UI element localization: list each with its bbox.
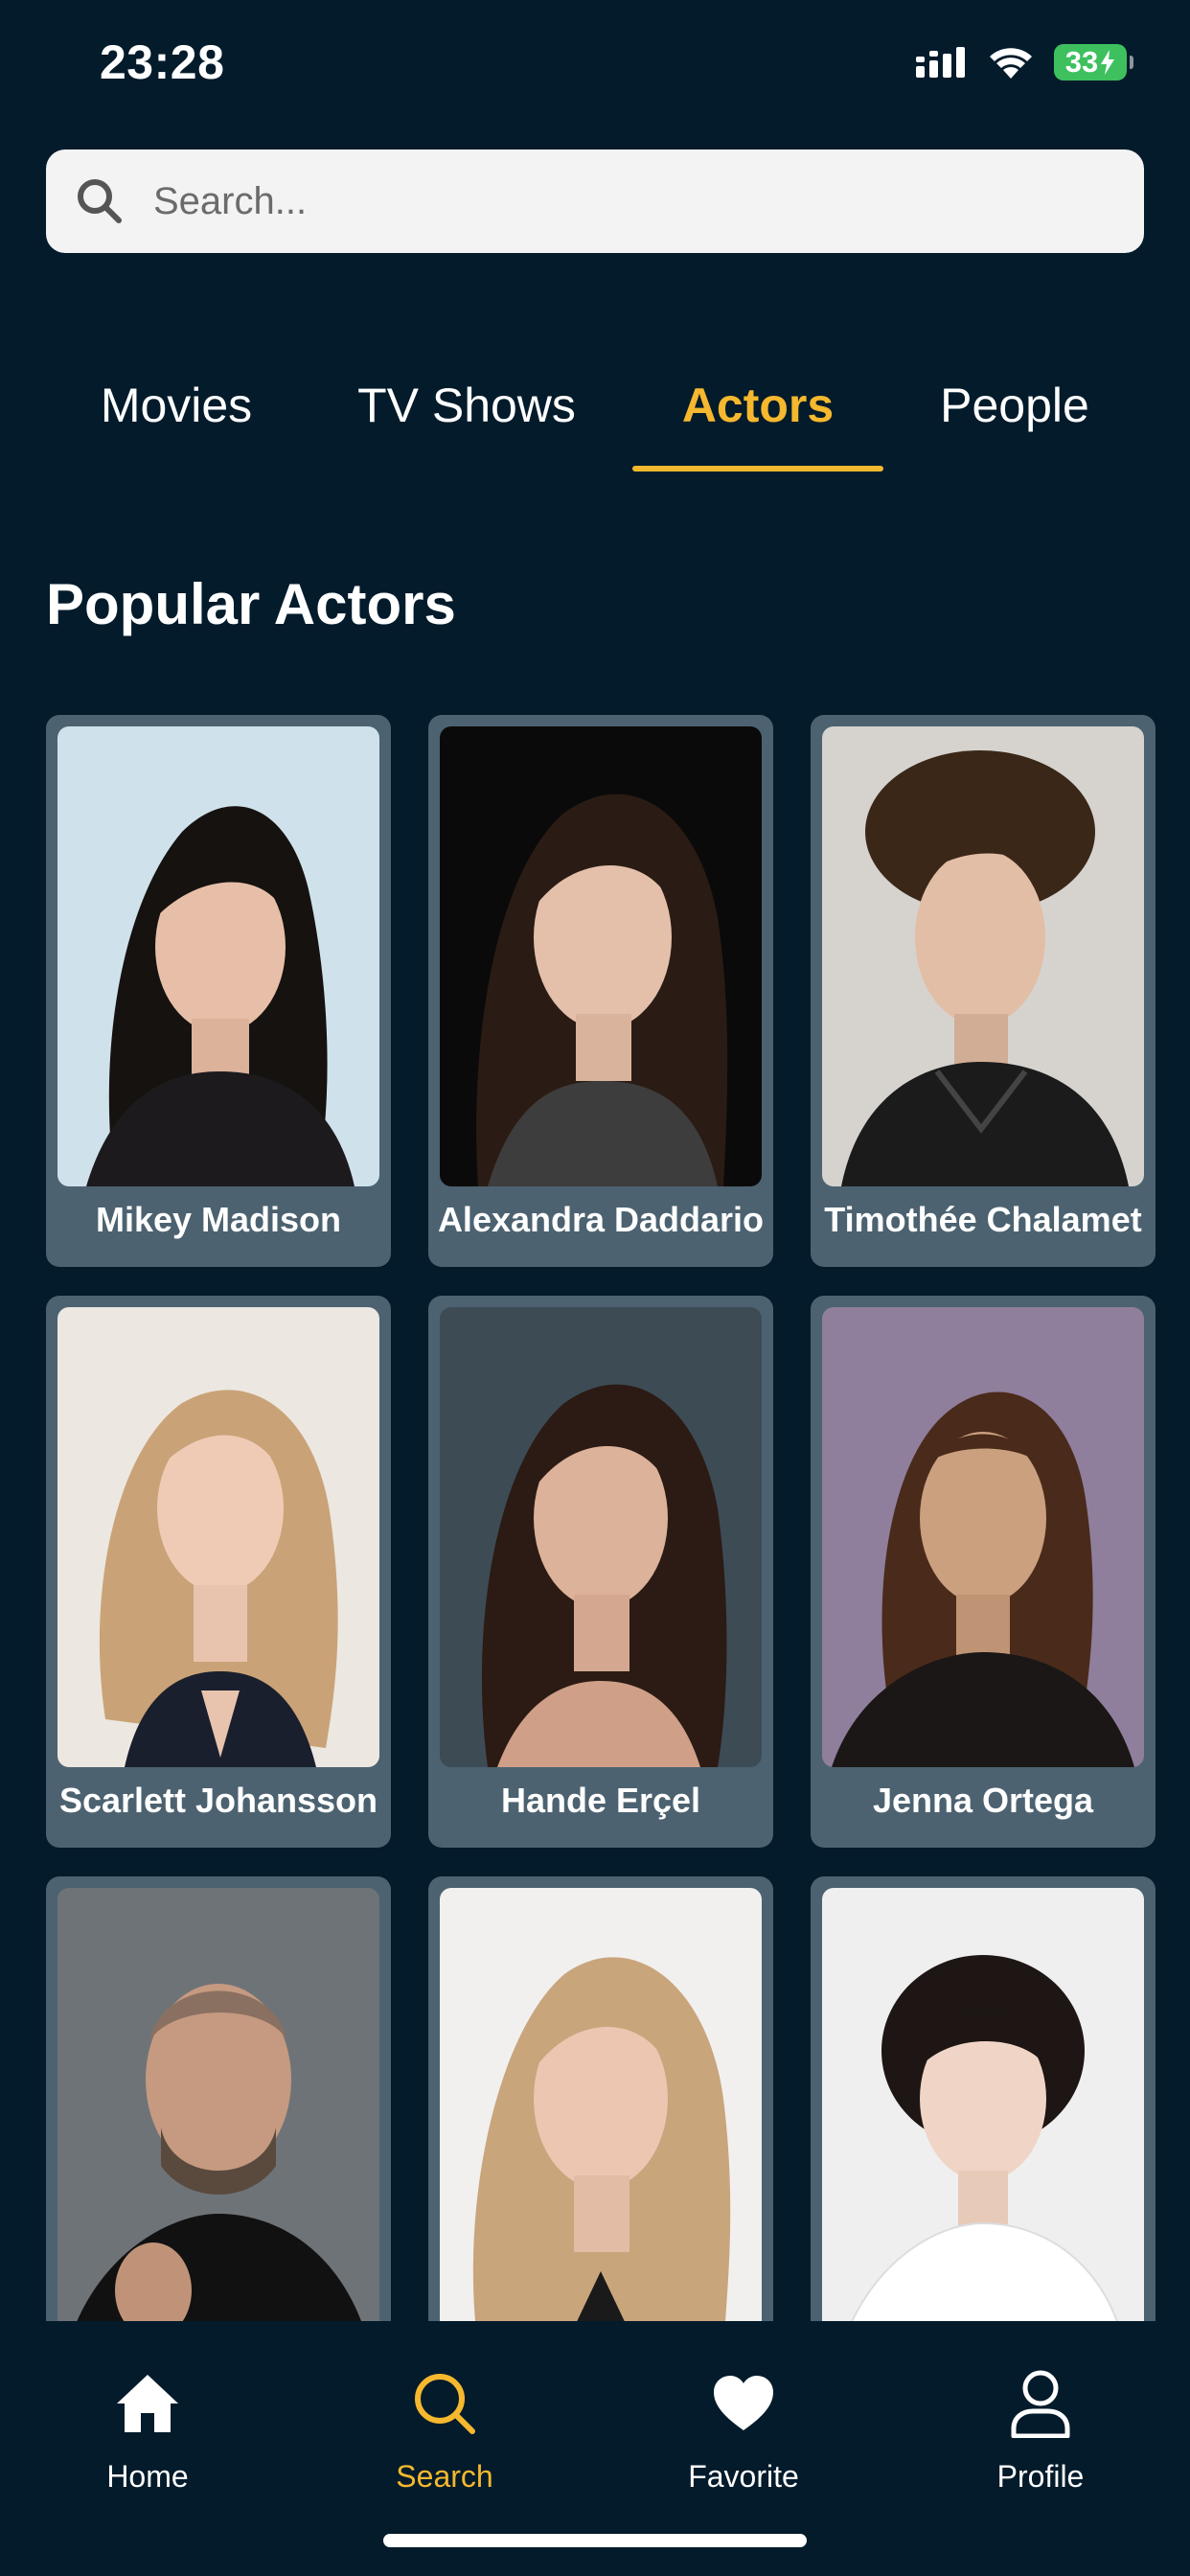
nav-profile[interactable]: Profile: [945, 2369, 1136, 2495]
nav-label: Search: [396, 2459, 493, 2494]
actor-photo: [440, 726, 762, 1186]
status-bar: 23:28 33: [0, 0, 1190, 134]
battery-level: 33: [1064, 45, 1099, 79]
actor-card[interactable]: Scarlett Johansson: [46, 1296, 391, 1848]
home-icon: [115, 2369, 180, 2438]
tab-tv-shows[interactable]: TV Shows: [341, 364, 592, 472]
nav-home[interactable]: Home: [52, 2369, 243, 2495]
actor-name: Scarlett Johansson: [58, 1781, 378, 1820]
battery-charging-icon: 33: [1054, 44, 1133, 80]
tab-actors[interactable]: Actors: [632, 364, 883, 472]
nav-label: Profile: [996, 2459, 1085, 2494]
actor-photo: [822, 1307, 1144, 1767]
category-tabs: Movies TV Shows Actors People: [0, 364, 1190, 472]
heart-icon: [712, 2369, 775, 2438]
actor-photo: [57, 1888, 379, 2321]
actor-photo: [57, 726, 379, 1186]
actor-name: Hande Erçel: [500, 1781, 701, 1820]
actors-grid: Mikey Madison Alexandra Daddario Timothé…: [46, 715, 1156, 2321]
actor-photo: [440, 1307, 762, 1767]
actor-card[interactable]: Timothée Chalamet: [811, 715, 1156, 1267]
actor-card[interactable]: Mikey Madison: [46, 715, 391, 1267]
actor-name: Jenna Ortega: [872, 1781, 1094, 1820]
status-icons: 33: [916, 44, 1133, 80]
tab-people[interactable]: People: [912, 364, 1117, 472]
search-icon: [73, 174, 126, 228]
home-indicator[interactable]: [383, 2534, 807, 2547]
user-icon: [1010, 2369, 1071, 2438]
wifi-icon: [990, 48, 1032, 79]
section-title: Popular Actors: [46, 572, 456, 636]
nav-label: Home: [106, 2459, 189, 2494]
actor-card[interactable]: Jenna Ortega: [811, 1296, 1156, 1848]
actor-name: Timothée Chalamet: [824, 1200, 1142, 1239]
actor-name: Alexandra Daddario: [437, 1200, 765, 1239]
actor-card[interactable]: [811, 1876, 1156, 2321]
actor-photo: [822, 726, 1144, 1186]
nav-label: Favorite: [688, 2459, 799, 2494]
search-bar[interactable]: [46, 150, 1144, 253]
status-time: 23:28: [100, 35, 225, 89]
signal-icon: [916, 47, 965, 78]
actor-photo: [822, 1888, 1144, 2321]
nav-search[interactable]: Search: [349, 2369, 540, 2495]
actor-card[interactable]: [428, 1876, 773, 2321]
actor-card[interactable]: Hande Erçel: [428, 1296, 773, 1848]
actor-name: Mikey Madison: [95, 1200, 342, 1239]
bolt-icon: [1101, 50, 1115, 75]
actor-card[interactable]: Alexandra Daddario: [428, 715, 773, 1267]
search-icon: [411, 2369, 478, 2438]
actor-photo: [57, 1307, 379, 1767]
actor-photo: [440, 1888, 762, 2321]
search-input[interactable]: [151, 162, 1144, 241]
actor-card[interactable]: [46, 1876, 391, 2321]
tab-movies[interactable]: Movies: [71, 364, 282, 472]
nav-favorite[interactable]: Favorite: [648, 2369, 839, 2495]
